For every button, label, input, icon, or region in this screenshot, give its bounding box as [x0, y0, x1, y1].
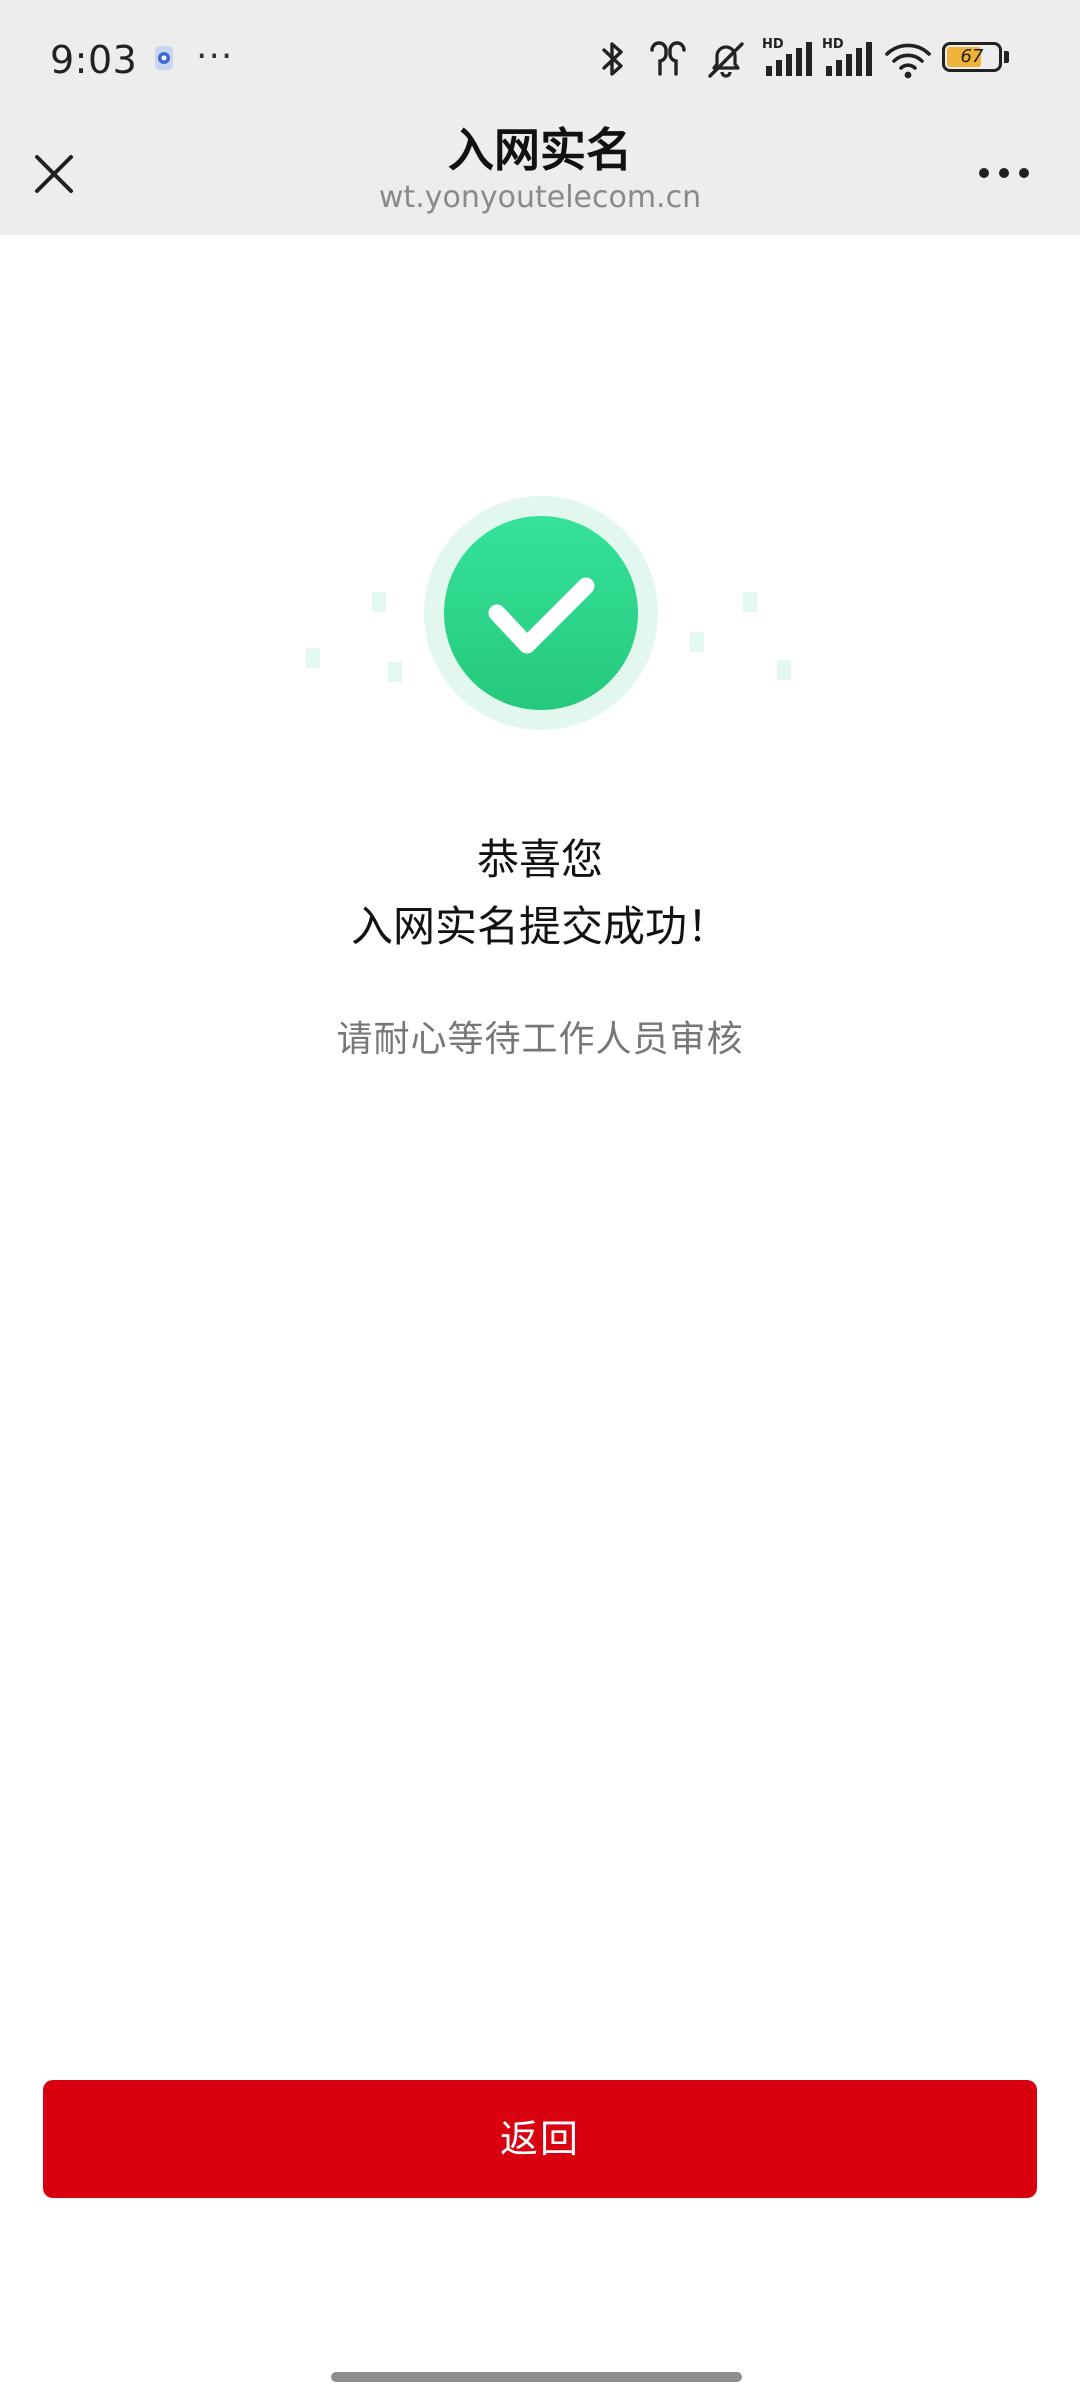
signal-hd-icon: HD: [762, 36, 812, 84]
more-icon[interactable]: [972, 148, 1036, 198]
battery-level: 67: [960, 46, 984, 67]
battery-icon: 67: [942, 42, 1012, 76]
wifi-icon: [885, 43, 931, 79]
app-notification-icon: [155, 46, 173, 70]
review-hint: 请耐心等待工作人员审核: [336, 1019, 744, 1060]
title-bar: 入网实名 wt.yonyoutelecom.cn: [0, 120, 1080, 235]
success-message: 入网实名提交成功！: [350, 902, 729, 951]
home-indicator[interactable]: [331, 2372, 742, 2382]
page-url: wt.yonyoutelecom.cn: [378, 180, 702, 215]
status-more-dots: ···: [196, 36, 234, 77]
back-button[interactable]: 返回: [43, 2080, 1037, 2198]
status-time: 9:03: [50, 38, 138, 82]
page-title: 入网实名: [448, 123, 632, 177]
signal-hd-icon: HD: [822, 36, 872, 84]
earbuds-icon: [650, 41, 686, 76]
bluetooth-icon: [602, 42, 623, 76]
success-heading: 恭喜您: [476, 835, 603, 884]
success-check-icon: [306, 496, 791, 730]
status-bar: 9:03 ··· HD HD 67: [0, 0, 1080, 120]
status-icons: HD HD 67: [596, 36, 1036, 84]
mute-icon: [708, 42, 744, 78]
browser-chrome: 9:03 ··· HD HD 67 入网实名 wt.yonyoutelecom.…: [0, 0, 1080, 235]
